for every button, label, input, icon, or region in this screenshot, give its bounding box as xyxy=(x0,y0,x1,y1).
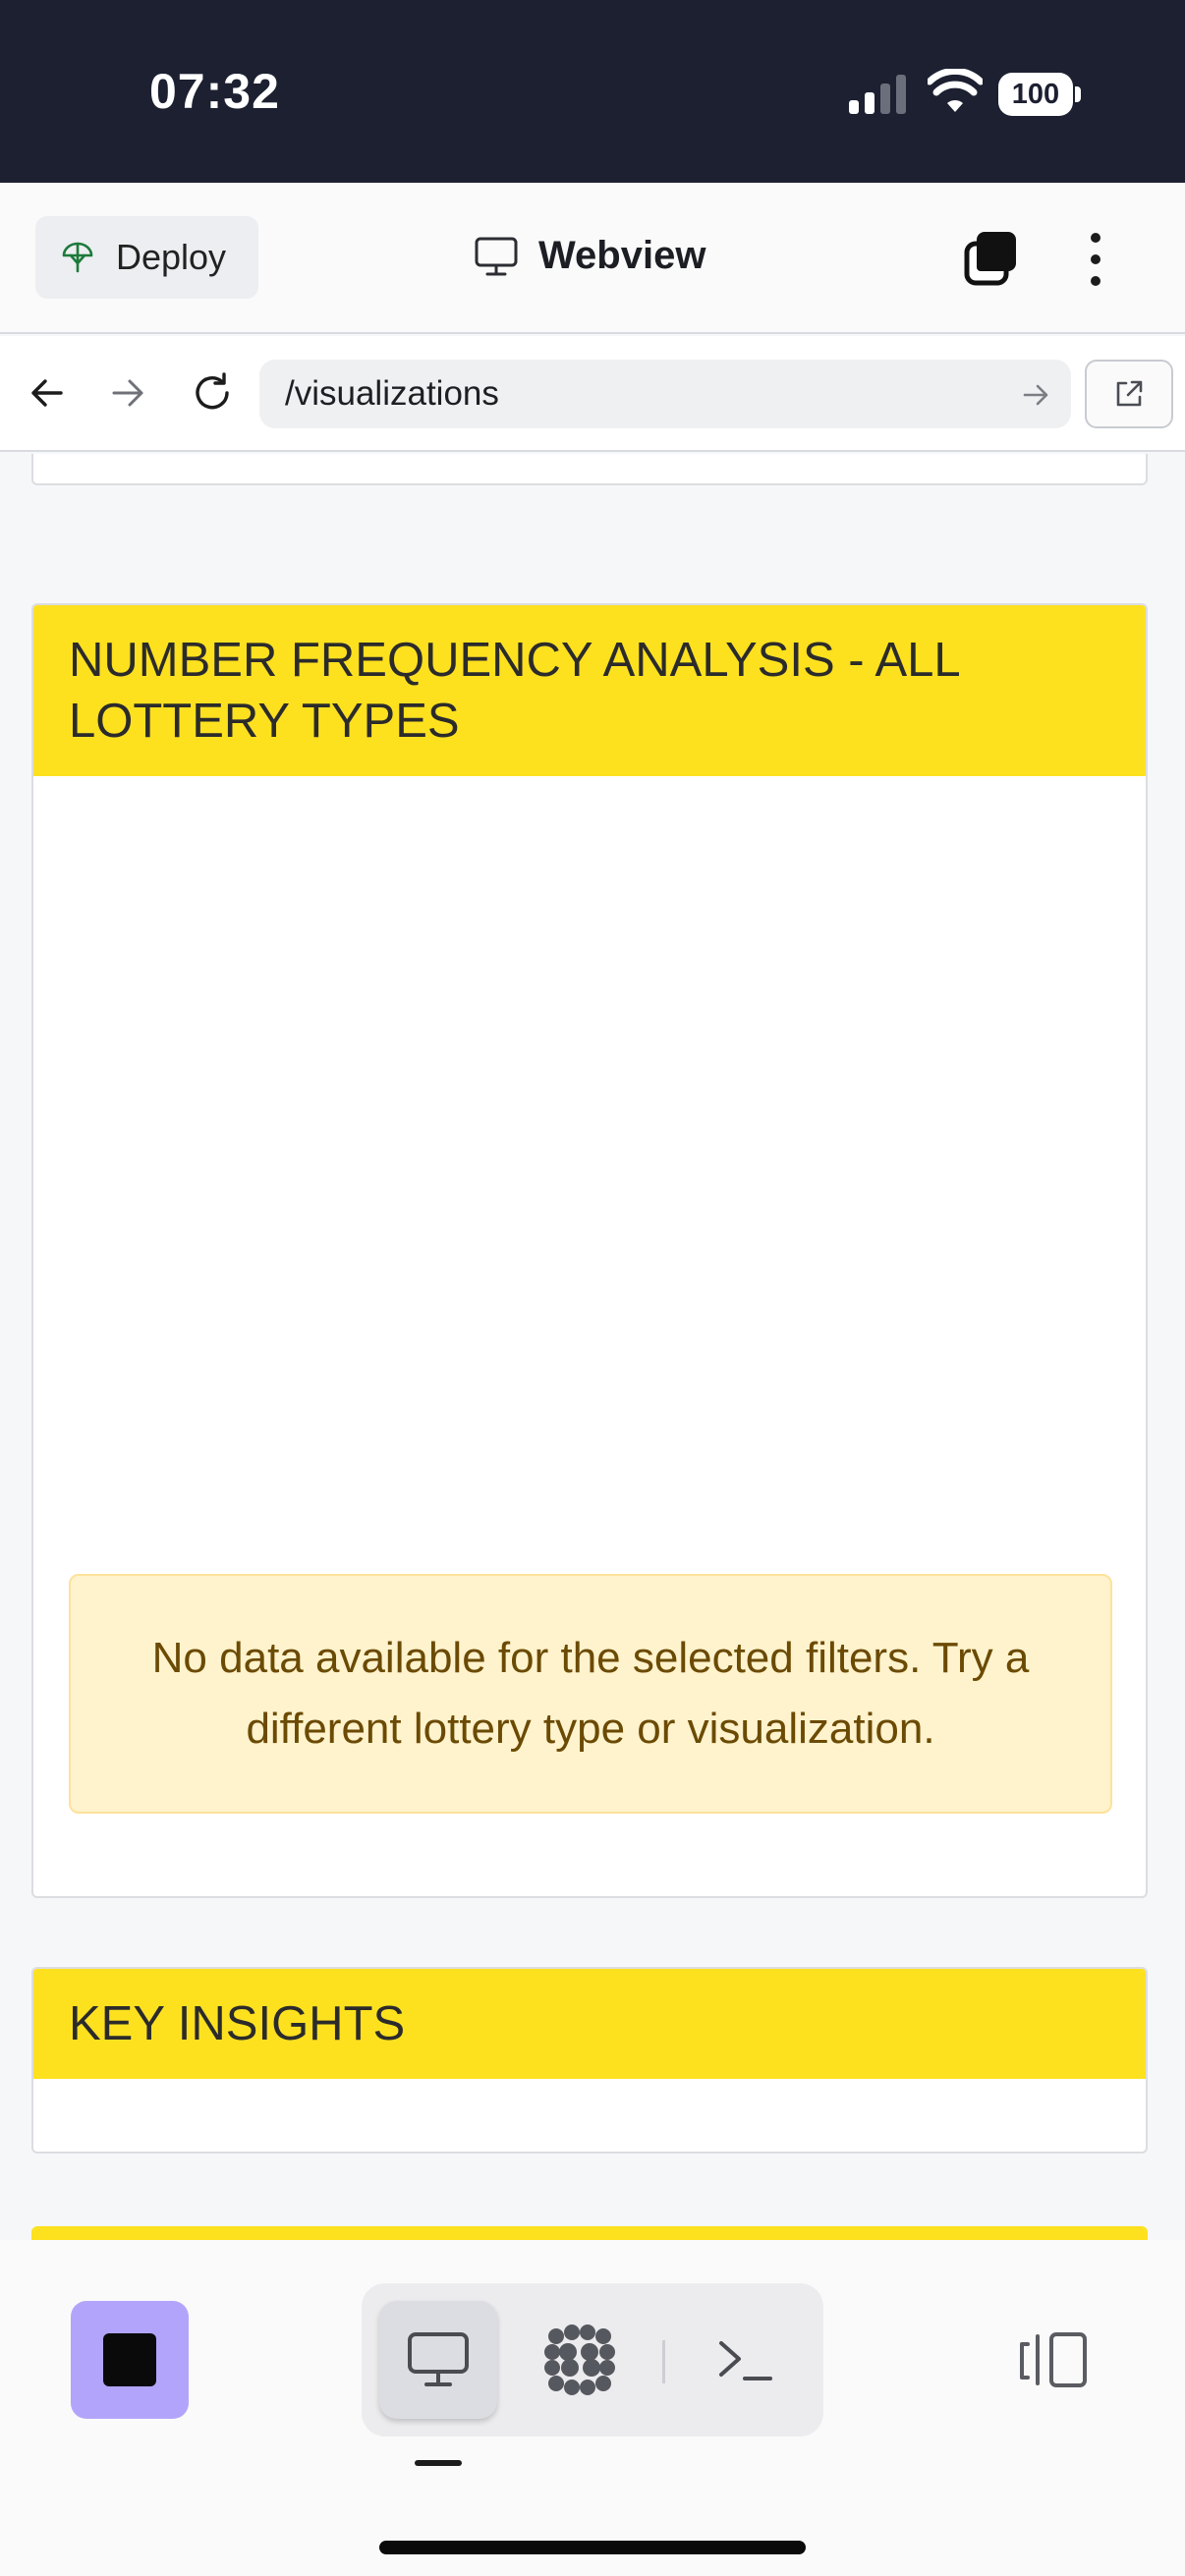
reload-button[interactable] xyxy=(183,364,242,422)
card-header xyxy=(33,2228,1146,2240)
monitor-icon xyxy=(408,2332,469,2386)
external-link-icon xyxy=(1116,380,1143,407)
back-button[interactable] xyxy=(18,364,77,422)
status-bar: 07:32 100 xyxy=(0,0,1185,183)
arrow-right-icon xyxy=(112,379,143,407)
umbrella-icon xyxy=(62,242,93,273)
battery-cap xyxy=(1075,86,1081,102)
open-external-button[interactable] xyxy=(1085,360,1173,428)
card-header: NUMBER FREQUENCY ANALYSIS - ALL LOTTERY … xyxy=(33,605,1146,776)
signal-icon xyxy=(849,75,906,114)
view-switcher xyxy=(362,2283,823,2436)
arrow-right-icon[interactable] xyxy=(1020,379,1051,411)
bottom-toolbar xyxy=(0,2240,1185,2576)
home-indicator xyxy=(379,2541,806,2554)
webview-title-text: Webview xyxy=(538,234,706,277)
next-card xyxy=(31,2226,1148,2240)
reload-icon xyxy=(196,372,229,410)
url-text: /visualizations xyxy=(285,374,499,413)
wifi-icon xyxy=(928,69,983,112)
stop-icon xyxy=(103,2333,156,2386)
webview-title: Webview xyxy=(474,234,705,278)
layout-toggle-button[interactable] xyxy=(1014,2324,1093,2395)
no-data-alert: No data available for the selected filte… xyxy=(69,1574,1112,1814)
deploy-label: Deploy xyxy=(116,237,227,277)
previous-card xyxy=(31,454,1148,485)
deploy-button[interactable]: Deploy xyxy=(35,216,258,299)
stop-button[interactable] xyxy=(71,2301,189,2419)
terminal-icon xyxy=(719,2341,772,2380)
agent-view-button[interactable] xyxy=(521,2301,639,2419)
url-row: /visualizations xyxy=(0,336,1185,452)
tabs-icon[interactable] xyxy=(963,230,1020,287)
card-title: KEY INSIGHTS xyxy=(69,1997,406,2050)
more-vertical-icon[interactable] xyxy=(1081,230,1110,289)
status-time: 07:32 xyxy=(149,64,280,119)
key-insights-card: KEY INSIGHTS xyxy=(31,1967,1148,2154)
webview-content[interactable]: NUMBER FREQUENCY ANALYSIS - ALL LOTTERY … xyxy=(0,454,1185,2240)
grid-dots-icon xyxy=(544,2324,615,2395)
card-header: KEY INSIGHTS xyxy=(33,1969,1146,2079)
forward-button[interactable] xyxy=(98,364,157,422)
active-view-indicator xyxy=(415,2460,462,2466)
battery-indicator: 100 xyxy=(998,73,1081,116)
arrow-left-icon xyxy=(31,379,63,407)
frequency-analysis-card: NUMBER FREQUENCY ANALYSIS - ALL LOTTERY … xyxy=(31,603,1148,1898)
battery-level: 100 xyxy=(998,73,1073,116)
monitor-icon xyxy=(475,237,518,275)
url-input[interactable]: /visualizations xyxy=(259,360,1071,428)
split-panel-icon xyxy=(1020,2332,1087,2387)
desktop-view-button[interactable] xyxy=(379,2301,497,2419)
console-view-button[interactable] xyxy=(686,2301,804,2419)
card-title: NUMBER FREQUENCY ANALYSIS - ALL LOTTERY … xyxy=(69,634,959,748)
alert-text: No data available for the selected filte… xyxy=(151,1634,1030,1753)
segment-divider xyxy=(662,2340,665,2383)
app-toolbar: Deploy Webview xyxy=(0,183,1185,334)
